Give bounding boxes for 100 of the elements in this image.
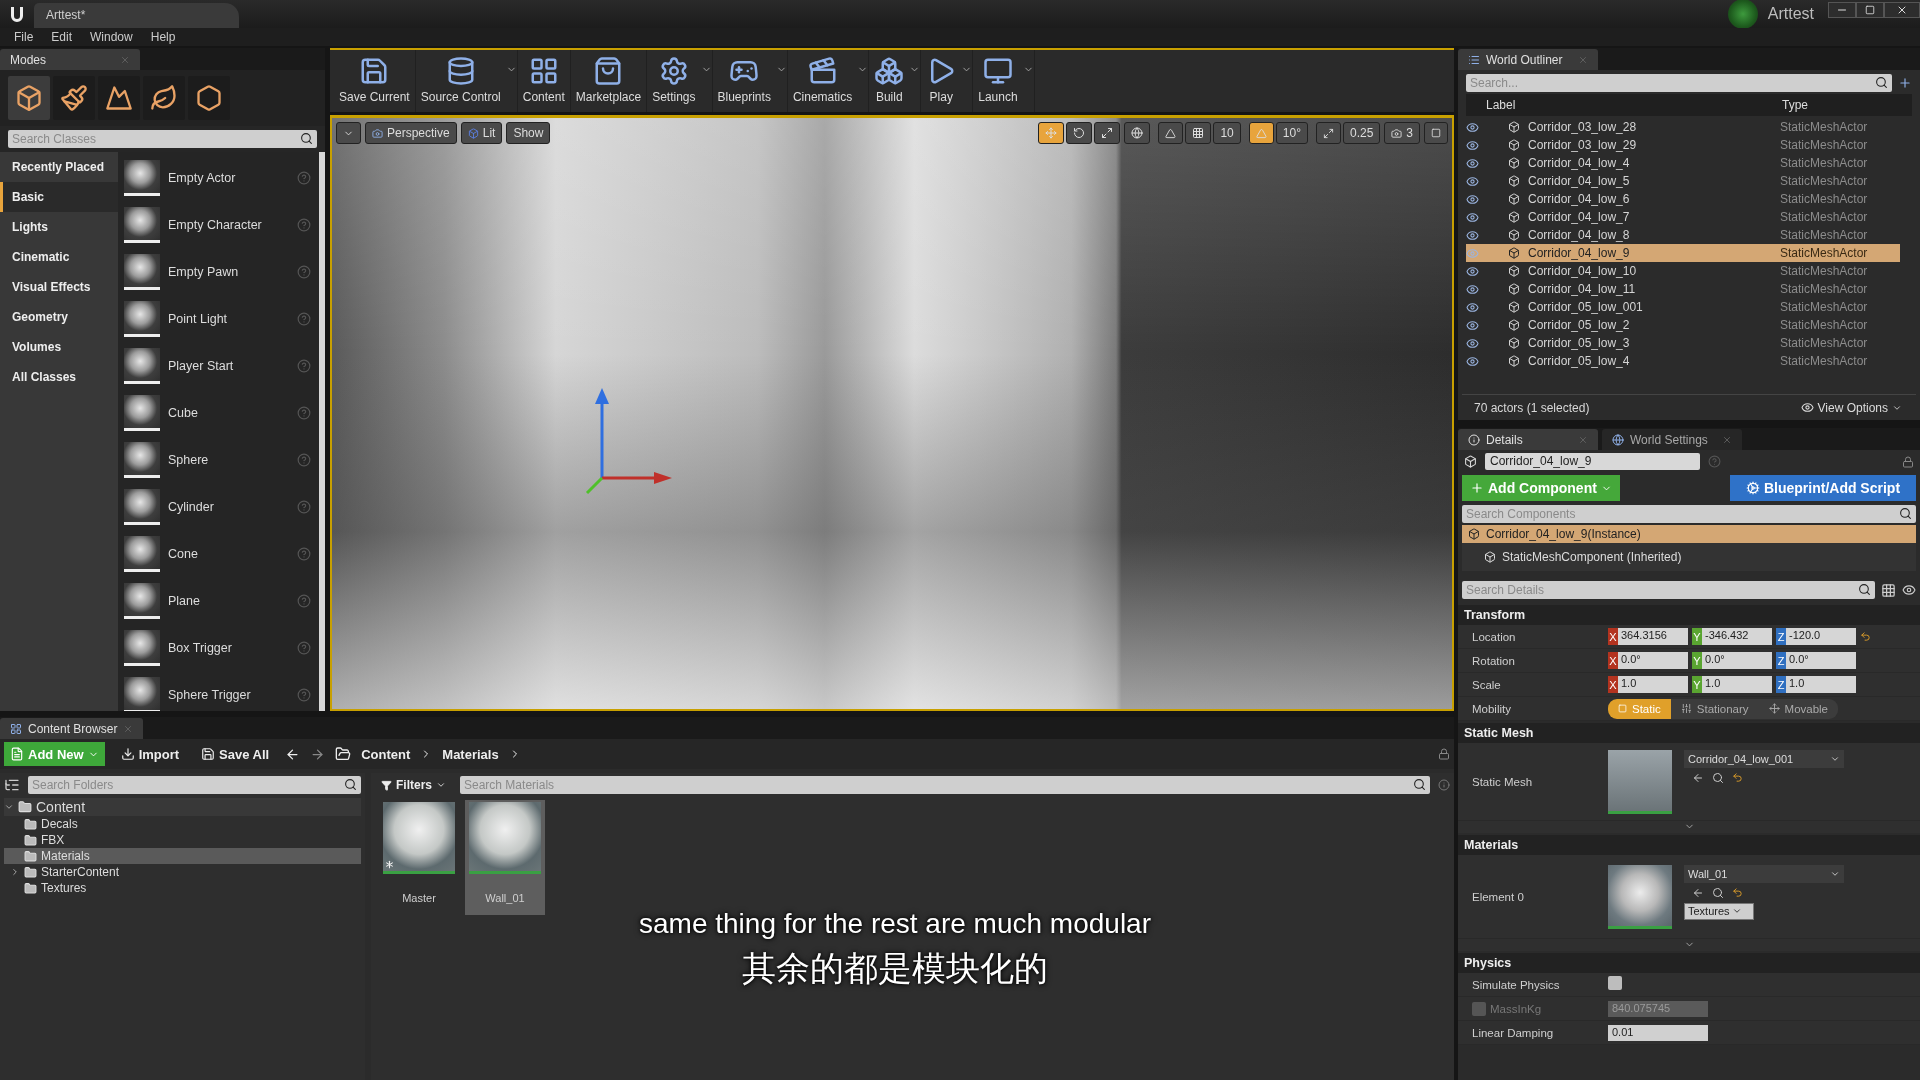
folder-row[interactable]: Content — [4, 798, 361, 816]
grid-view-icon[interactable] — [1881, 582, 1896, 598]
scale-size-button[interactable]: 0.25 — [1342, 122, 1381, 144]
rotate-tool-button[interactable] — [1066, 122, 1093, 144]
shape-thumbnail[interactable] — [124, 300, 160, 337]
menu-item[interactable]: File — [6, 30, 42, 44]
category-tab[interactable]: Volumes — [0, 332, 118, 362]
eye-icon[interactable] — [1466, 192, 1479, 206]
options-button[interactable] — [336, 122, 361, 144]
tree-toggle-icon[interactable] — [4, 777, 20, 793]
rotation-size-button[interactable]: 10° — [1275, 122, 1308, 144]
outliner-row[interactable]: Corridor_04_low_11 StaticMeshActor — [1466, 280, 1900, 298]
move-tool-button[interactable] — [1038, 122, 1065, 144]
outliner-row[interactable]: Corridor_03_low_29 StaticMeshActor — [1466, 136, 1900, 154]
add-icon[interactable] — [1898, 76, 1912, 90]
class-label[interactable]: Cylinder — [168, 499, 289, 514]
outliner-row[interactable]: Corridor_05_low_3 StaticMeshActor — [1466, 334, 1900, 352]
scale-tool-button[interactable] — [1094, 122, 1121, 144]
shape-thumbnail[interactable] — [124, 535, 160, 572]
mode-button[interactable] — [98, 76, 140, 120]
number-field[interactable]: 0.0° — [1702, 652, 1772, 669]
eye-icon[interactable] — [1466, 210, 1479, 224]
toolbar-button[interactable]: Save Current — [334, 50, 415, 104]
category-tab[interactable]: Basic — [0, 182, 118, 212]
arrow-left-icon[interactable] — [1692, 886, 1704, 899]
expand-caret-icon[interactable] — [10, 867, 20, 877]
shape-thumbnail[interactable] — [124, 253, 160, 290]
shape-thumbnail[interactable] — [124, 394, 160, 431]
eye-icon[interactable] — [1466, 138, 1479, 152]
property-label[interactable]: Scale — [1458, 678, 1608, 691]
search-field[interactable]: Search Details — [1462, 581, 1875, 599]
eye-icon[interactable] — [1466, 282, 1479, 296]
reset-icon[interactable] — [1732, 771, 1743, 783]
shape-thumbnail[interactable] — [124, 488, 160, 525]
shape-thumbnail[interactable] — [124, 676, 160, 711]
surface-snap-button[interactable] — [1158, 122, 1184, 144]
class-label[interactable]: Point Light — [168, 311, 289, 326]
search-field[interactable]: Search... — [1466, 74, 1892, 92]
eye-icon[interactable] — [1902, 583, 1916, 597]
category-tab[interactable]: Cinematic — [0, 242, 118, 272]
outliner-row[interactable]: Corridor_04_low_4 StaticMeshActor — [1466, 154, 1900, 172]
shape-thumbnail[interactable] — [124, 582, 160, 619]
search-icon[interactable] — [1712, 771, 1724, 784]
back-icon[interactable] — [285, 746, 301, 762]
asset-dropdown[interactable]: Wall_01 — [1684, 864, 1844, 883]
outliner-row[interactable]: Corridor_04_low_8 StaticMeshActor — [1466, 226, 1900, 244]
toolbar-button[interactable]: Source Control — [415, 50, 506, 104]
property-label[interactable]: Rotation — [1458, 654, 1608, 667]
outliner-row[interactable]: Corridor_05_low_001 StaticMeshActor — [1466, 298, 1900, 316]
outliner-row[interactable]: Corridor_04_low_7 StaticMeshActor — [1466, 208, 1900, 226]
grid-snap-button[interactable] — [1185, 122, 1212, 144]
checkbox[interactable] — [1608, 976, 1622, 990]
lock-icon[interactable] — [1438, 748, 1450, 760]
close-button[interactable] — [1884, 2, 1920, 18]
mode-button[interactable] — [143, 76, 185, 120]
class-label[interactable]: Box Trigger — [168, 640, 289, 655]
category-tab[interactable]: All Classes — [0, 362, 118, 392]
filters-button[interactable]: Filters — [375, 778, 452, 792]
class-label[interactable]: Sphere Trigger — [168, 687, 289, 702]
maximize-button[interactable] — [1856, 2, 1884, 18]
eye-icon[interactable] — [1466, 156, 1479, 170]
minimize-button[interactable] — [1828, 2, 1856, 18]
number-field[interactable]: -120.0 — [1786, 628, 1856, 645]
blueprint-button[interactable]: Blueprint/Add Script — [1730, 475, 1916, 501]
mode-button[interactable] — [8, 76, 50, 120]
search-icon[interactable] — [1712, 886, 1724, 899]
checkbox[interactable] — [1472, 1001, 1486, 1016]
folder-row[interactable]: Textures — [4, 880, 361, 896]
asset-tile[interactable]: Wall_01 — [465, 800, 545, 915]
category-tab[interactable]: Lights — [0, 212, 118, 242]
category-tab[interactable]: Recently Placed — [0, 152, 118, 182]
lock-icon[interactable] — [1902, 455, 1914, 468]
toolbar-button[interactable]: Build — [869, 50, 910, 104]
asset-tile[interactable]: Master — [379, 800, 459, 915]
number-field[interactable]: 1.0 — [1618, 676, 1688, 693]
panel-tab[interactable]: Modes — [0, 49, 140, 70]
mode-button[interactable] — [53, 76, 95, 120]
viewport-scene[interactable]: Perspective Lit Show 10 10° 0.25 3 — [330, 115, 1454, 711]
forward-icon[interactable] — [310, 746, 326, 762]
maximize-viewport-button[interactable] — [1424, 122, 1448, 144]
number-field[interactable]: 1.0 — [1702, 676, 1772, 693]
breadcrumb[interactable]: Content — [361, 746, 411, 762]
outliner-row[interactable]: Corridor_05_low_2 StaticMeshActor — [1466, 316, 1900, 334]
class-label[interactable]: Plane — [168, 593, 289, 608]
import-button[interactable]: Import — [114, 746, 186, 762]
class-label[interactable]: Empty Character — [168, 217, 289, 232]
section-header[interactable]: Physics — [1458, 953, 1920, 973]
section-header[interactable]: Static Mesh — [1458, 723, 1920, 743]
folder-row[interactable]: Materials — [4, 848, 361, 864]
number-field[interactable]: -346.432 — [1702, 628, 1772, 645]
eye-icon[interactable] — [1466, 174, 1479, 188]
folder-row[interactable]: Decals — [4, 816, 361, 832]
toolbar-button[interactable]: Marketplace — [570, 50, 647, 104]
number-field[interactable]: 0.0° — [1786, 652, 1856, 669]
eye-icon[interactable] — [1466, 318, 1479, 332]
shape-thumbnail[interactable] — [124, 629, 160, 666]
menu-item[interactable]: Edit — [43, 30, 81, 44]
component-row[interactable]: Corridor_04_low_9(Instance) — [1462, 525, 1916, 543]
menu-item[interactable]: Help — [142, 30, 184, 44]
scale-snap-button[interactable] — [1315, 122, 1341, 144]
